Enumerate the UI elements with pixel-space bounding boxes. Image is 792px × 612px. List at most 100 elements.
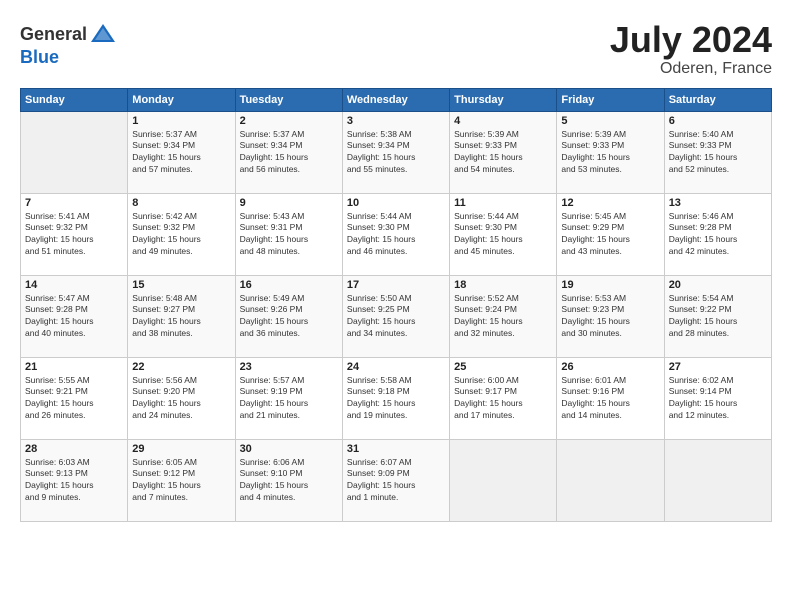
col-header-sunday: Sunday <box>21 88 128 111</box>
day-number: 26 <box>561 361 659 373</box>
day-number: 25 <box>454 361 552 373</box>
calendar-cell: 1 Sunrise: 5:37 AM Sunset: 9:34 PM Daylig… <box>128 111 235 193</box>
calendar-cell: 20Sunrise: 5:54 AM Sunset: 9:22 PM Dayli… <box>664 275 771 357</box>
day-info: Sunrise: 5:37 AM Sunset: 9:34 PM Dayligh… <box>132 129 230 177</box>
calendar-cell: 4 Sunrise: 5:39 AM Sunset: 9:33 PM Daylig… <box>450 111 557 193</box>
day-number: 15 <box>132 279 230 291</box>
day-number: 2 <box>240 115 338 127</box>
calendar-cell: 3 Sunrise: 5:38 AM Sunset: 9:34 PM Daylig… <box>342 111 449 193</box>
day-info: Sunrise: 5:45 AM Sunset: 9:29 PM Dayligh… <box>561 211 659 259</box>
calendar-cell: 18Sunrise: 5:52 AM Sunset: 9:24 PM Dayli… <box>450 275 557 357</box>
calendar-cell: 10 Sunrise: 5:44 AM Sunset: 9:30 PM Dayli… <box>342 193 449 275</box>
day-number: 31 <box>347 443 445 455</box>
day-info: Sunrise: 5:39 AM Sunset: 9:33 PM Dayligh… <box>454 129 552 177</box>
calendar-cell: 16 Sunrise: 5:49 AM Sunset: 9:26 PM Dayli… <box>235 275 342 357</box>
week-row-3: 14 Sunrise: 5:47 AM Sunset: 9:28 PM Dayli… <box>21 275 772 357</box>
day-info: Sunrise: 5:57 AM Sunset: 9:19 PM Dayligh… <box>240 375 338 423</box>
calendar-cell <box>450 439 557 521</box>
page: General Blue July 2024 Oderen, France Su… <box>0 0 792 612</box>
day-number: 16 <box>240 279 338 291</box>
col-header-tuesday: Tuesday <box>235 88 342 111</box>
day-number: 29 <box>132 443 230 455</box>
day-info: Sunrise: 5:47 AM Sunset: 9:28 PM Dayligh… <box>25 293 123 341</box>
calendar-cell: 6 Sunrise: 5:40 AM Sunset: 9:33 PM Daylig… <box>664 111 771 193</box>
day-info: Sunrise: 5:40 AM Sunset: 9:33 PM Dayligh… <box>669 129 767 177</box>
calendar-cell: 5Sunrise: 5:39 AM Sunset: 9:33 PM Daylig… <box>557 111 664 193</box>
day-number: 3 <box>347 115 445 127</box>
day-info: Sunrise: 6:03 AM Sunset: 9:13 PM Dayligh… <box>25 457 123 505</box>
day-number: 12 <box>561 197 659 209</box>
day-info: Sunrise: 5:39 AM Sunset: 9:33 PM Dayligh… <box>561 129 659 177</box>
day-number: 10 <box>347 197 445 209</box>
day-number: 22 <box>132 361 230 373</box>
calendar-cell: 21 Sunrise: 5:55 AM Sunset: 9:21 PM Dayli… <box>21 357 128 439</box>
calendar-cell: 22Sunrise: 5:56 AM Sunset: 9:20 PM Dayli… <box>128 357 235 439</box>
day-info: Sunrise: 5:44 AM Sunset: 9:30 PM Dayligh… <box>454 211 552 259</box>
calendar-cell: 13Sunrise: 5:46 AM Sunset: 9:28 PM Dayli… <box>664 193 771 275</box>
day-number: 6 <box>669 115 767 127</box>
day-number: 14 <box>25 279 123 291</box>
day-number: 28 <box>25 443 123 455</box>
day-info: Sunrise: 6:06 AM Sunset: 9:10 PM Dayligh… <box>240 457 338 505</box>
month-year: July 2024 <box>610 20 772 60</box>
day-info: Sunrise: 6:00 AM Sunset: 9:17 PM Dayligh… <box>454 375 552 423</box>
day-info: Sunrise: 5:37 AM Sunset: 9:34 PM Dayligh… <box>240 129 338 177</box>
day-number: 24 <box>347 361 445 373</box>
day-number: 17 <box>347 279 445 291</box>
day-info: Sunrise: 5:53 AM Sunset: 9:23 PM Dayligh… <box>561 293 659 341</box>
calendar-cell: 11 Sunrise: 5:44 AM Sunset: 9:30 PM Dayli… <box>450 193 557 275</box>
location: Oderen, France <box>610 60 772 78</box>
week-row-2: 7 Sunrise: 5:41 AM Sunset: 9:32 PM Daylig… <box>21 193 772 275</box>
day-info: Sunrise: 5:42 AM Sunset: 9:32 PM Dayligh… <box>132 211 230 259</box>
col-header-friday: Friday <box>557 88 664 111</box>
header-row: SundayMondayTuesdayWednesdayThursdayFrid… <box>21 88 772 111</box>
day-info: Sunrise: 6:02 AM Sunset: 9:14 PM Dayligh… <box>669 375 767 423</box>
calendar-cell: 9Sunrise: 5:43 AM Sunset: 9:31 PM Daylig… <box>235 193 342 275</box>
day-info: Sunrise: 5:54 AM Sunset: 9:22 PM Dayligh… <box>669 293 767 341</box>
calendar-cell: 8 Sunrise: 5:42 AM Sunset: 9:32 PM Daylig… <box>128 193 235 275</box>
day-number: 1 <box>132 115 230 127</box>
day-info: Sunrise: 5:55 AM Sunset: 9:21 PM Dayligh… <box>25 375 123 423</box>
calendar-cell: 19 Sunrise: 5:53 AM Sunset: 9:23 PM Dayli… <box>557 275 664 357</box>
calendar-cell <box>557 439 664 521</box>
calendar-cell: 14 Sunrise: 5:47 AM Sunset: 9:28 PM Dayli… <box>21 275 128 357</box>
day-number: 21 <box>25 361 123 373</box>
day-number: 8 <box>132 197 230 209</box>
logo-general-text: General <box>20 25 87 43</box>
calendar-cell: 31 Sunrise: 6:07 AM Sunset: 9:09 PM Dayli… <box>342 439 449 521</box>
day-number: 11 <box>454 197 552 209</box>
day-info: Sunrise: 6:07 AM Sunset: 9:09 PM Dayligh… <box>347 457 445 505</box>
calendar-cell: 30Sunrise: 6:06 AM Sunset: 9:10 PM Dayli… <box>235 439 342 521</box>
title-block: July 2024 Oderen, France <box>610 20 772 78</box>
calendar-cell: 23 Sunrise: 5:57 AM Sunset: 9:19 PM Dayli… <box>235 357 342 439</box>
calendar-cell: 28 Sunrise: 6:03 AM Sunset: 9:13 PM Dayli… <box>21 439 128 521</box>
week-row-1: 1 Sunrise: 5:37 AM Sunset: 9:34 PM Daylig… <box>21 111 772 193</box>
logo: General Blue <box>20 20 117 66</box>
week-row-4: 21 Sunrise: 5:55 AM Sunset: 9:21 PM Dayli… <box>21 357 772 439</box>
day-info: Sunrise: 5:38 AM Sunset: 9:34 PM Dayligh… <box>347 129 445 177</box>
day-info: Sunrise: 5:43 AM Sunset: 9:31 PM Dayligh… <box>240 211 338 259</box>
day-number: 7 <box>25 197 123 209</box>
calendar-cell: 24 Sunrise: 5:58 AM Sunset: 9:18 PM Dayli… <box>342 357 449 439</box>
day-info: Sunrise: 6:05 AM Sunset: 9:12 PM Dayligh… <box>132 457 230 505</box>
day-number: 19 <box>561 279 659 291</box>
calendar-cell: 15Sunrise: 5:48 AM Sunset: 9:27 PM Dayli… <box>128 275 235 357</box>
day-info: Sunrise: 5:41 AM Sunset: 9:32 PM Dayligh… <box>25 211 123 259</box>
logo-icon <box>89 20 117 48</box>
day-number: 4 <box>454 115 552 127</box>
header: General Blue July 2024 Oderen, France <box>20 20 772 78</box>
calendar-cell <box>664 439 771 521</box>
calendar-cell: 29 Sunrise: 6:05 AM Sunset: 9:12 PM Dayli… <box>128 439 235 521</box>
day-number: 23 <box>240 361 338 373</box>
day-info: Sunrise: 5:44 AM Sunset: 9:30 PM Dayligh… <box>347 211 445 259</box>
calendar-table: SundayMondayTuesdayWednesdayThursdayFrid… <box>20 88 772 522</box>
calendar-cell: 12 Sunrise: 5:45 AM Sunset: 9:29 PM Dayli… <box>557 193 664 275</box>
calendar-cell: 2 Sunrise: 5:37 AM Sunset: 9:34 PM Daylig… <box>235 111 342 193</box>
day-info: Sunrise: 5:50 AM Sunset: 9:25 PM Dayligh… <box>347 293 445 341</box>
day-info: Sunrise: 5:49 AM Sunset: 9:26 PM Dayligh… <box>240 293 338 341</box>
col-header-monday: Monday <box>128 88 235 111</box>
day-info: Sunrise: 5:58 AM Sunset: 9:18 PM Dayligh… <box>347 375 445 423</box>
day-info: Sunrise: 5:52 AM Sunset: 9:24 PM Dayligh… <box>454 293 552 341</box>
calendar-cell: 25 Sunrise: 6:00 AM Sunset: 9:17 PM Dayli… <box>450 357 557 439</box>
calendar-cell <box>21 111 128 193</box>
